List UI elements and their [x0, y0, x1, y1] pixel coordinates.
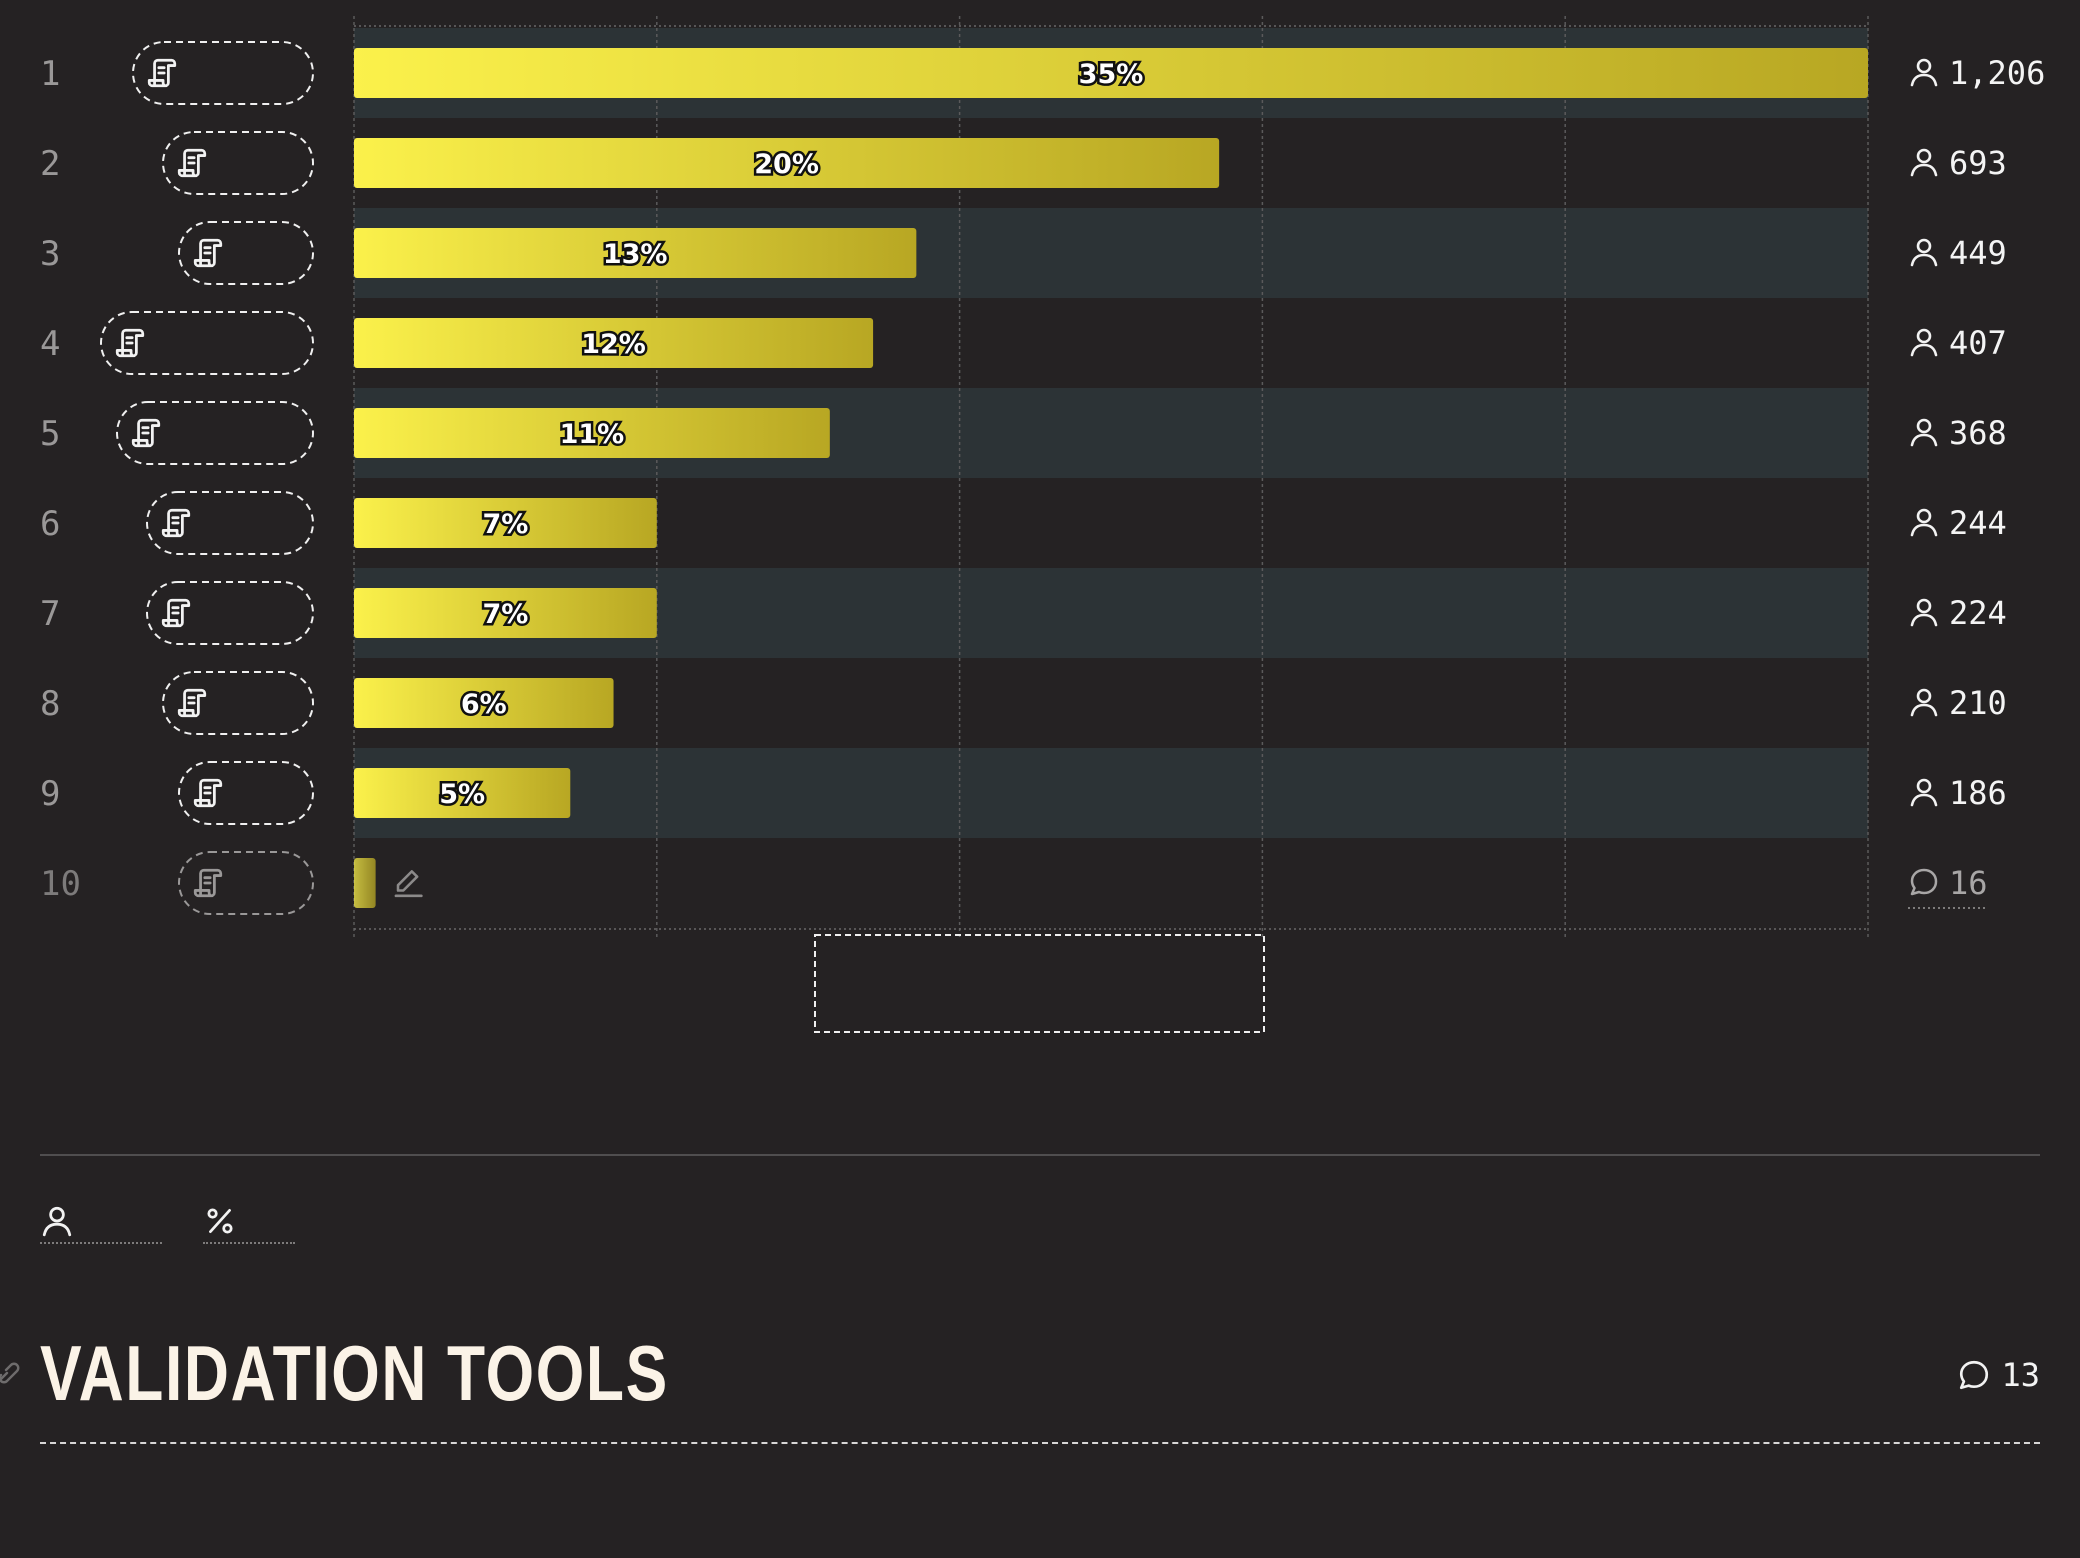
rank-label: 6	[40, 504, 60, 544]
person-icon	[1910, 238, 1938, 267]
comment-count-value: 13	[2001, 1356, 2040, 1394]
row-count: 449	[1949, 234, 2007, 272]
rank-label: 9	[40, 774, 60, 814]
rank-label: 8	[40, 684, 60, 724]
percent-icon	[207, 1208, 233, 1234]
chart-row: 1 35% 1,206	[40, 41, 2045, 105]
person-icon	[1910, 778, 1938, 807]
person-icon	[1910, 688, 1938, 717]
comment-icon	[1910, 868, 1938, 896]
person-icon	[40, 1204, 74, 1238]
scroll-icon	[115, 328, 145, 358]
chart-row: 8 6% 210	[40, 671, 2007, 735]
person-icon	[1910, 328, 1938, 357]
row-count: 1,206	[1949, 54, 2045, 92]
section-divider	[40, 1442, 2040, 1444]
bar-value-label: 12%	[581, 329, 646, 360]
comment-count[interactable]: 13	[1957, 1354, 2040, 1396]
scroll-icon	[131, 418, 161, 448]
bar-value-label: 6%	[461, 689, 507, 720]
row-count: 224	[1949, 594, 2007, 632]
scroll-icon	[177, 688, 207, 718]
row-tag-pill[interactable]	[178, 851, 314, 915]
scroll-icon	[193, 868, 223, 898]
row-tag-pill[interactable]	[178, 761, 314, 825]
row-count: 210	[1949, 684, 2007, 722]
link-icon[interactable]	[0, 1358, 22, 1388]
legend-item-percent[interactable]	[203, 1200, 295, 1244]
bar-value-label: 7%	[482, 509, 528, 540]
scroll-icon	[177, 148, 207, 178]
chart-row: 4 12% 407	[40, 311, 2007, 375]
rank-label: 10	[40, 864, 81, 904]
rank-label: 4	[40, 324, 60, 364]
chart-row: 2 20% 693	[40, 131, 2007, 195]
rank-label: 1	[40, 54, 60, 94]
chart-row: 10 16	[40, 851, 1988, 915]
edit-icon[interactable]	[394, 870, 423, 898]
scroll-icon	[147, 58, 177, 88]
rank-label: 2	[40, 144, 60, 184]
section-title: VALIDATION TOOLS	[40, 1329, 669, 1417]
bar-value-label: 11%	[560, 419, 625, 450]
bar-value-label: 35%	[1079, 59, 1144, 90]
row-count: 368	[1949, 414, 2007, 452]
bar-value-label: 13%	[603, 239, 668, 270]
bar-value-label: 7%	[482, 599, 528, 630]
scroll-icon	[193, 778, 223, 808]
person-icon	[1910, 148, 1938, 177]
row-count[interactable]: 16	[1949, 864, 1988, 902]
row-count: 186	[1949, 774, 2007, 812]
bar-value-label: 20%	[754, 149, 819, 180]
comment-icon	[1957, 1358, 1991, 1392]
scroll-icon	[193, 238, 223, 268]
row-count: 244	[1949, 504, 2007, 542]
empty-placeholder-box	[814, 934, 1265, 1033]
person-icon	[1910, 508, 1938, 537]
scroll-icon	[161, 508, 191, 538]
rank-label: 7	[40, 594, 60, 634]
rank-label: 3	[40, 234, 60, 274]
bar-chart: 1 35% 1,206 2 20% 693 3 13% 449 4 12% 407 5 11% 368 6 7%…	[40, 16, 2045, 1033]
legend-item-count[interactable]	[40, 1200, 162, 1244]
row-count: 407	[1949, 324, 2007, 362]
row-tag-pill[interactable]	[178, 221, 314, 285]
row-count: 693	[1949, 144, 2007, 182]
person-icon	[1910, 598, 1938, 627]
rank-label: 5	[40, 414, 60, 454]
person-icon	[1910, 58, 1938, 87]
person-icon	[1910, 418, 1938, 447]
scroll-icon	[161, 598, 191, 628]
bar-value-label: 5%	[439, 779, 485, 810]
bar[interactable]	[354, 858, 376, 908]
divider	[40, 1154, 2040, 1156]
chart-row: 6 7% 244	[40, 491, 2007, 555]
row-stripe	[354, 748, 1868, 838]
